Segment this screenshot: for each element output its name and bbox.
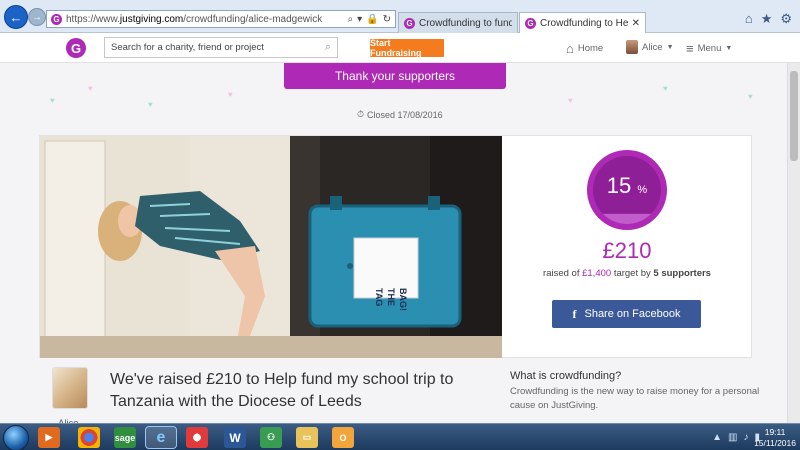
forward-button[interactable]: → xyxy=(28,8,46,26)
user-menu[interactable]: Alice ▼ xyxy=(626,40,674,54)
campaign-photo: TAG THE BAG! xyxy=(40,136,502,358)
fundraising-stats: 15 % £210 raised of £1,400 target by 5 s… xyxy=(502,136,752,358)
stopwatch-icon: ⏱ xyxy=(357,109,365,119)
search-icon[interactable]: ⌕ xyxy=(348,14,354,25)
word-icon[interactable]: W xyxy=(224,427,246,448)
facebook-icon: f xyxy=(572,306,577,321)
target-amount: £1,400 xyxy=(582,268,612,279)
hamburger-icon: ≡ xyxy=(686,41,694,56)
percent-raised: 15 % xyxy=(606,173,648,198)
page-scrollbar[interactable] xyxy=(787,63,800,423)
heart-icon: ♥ xyxy=(88,84,93,93)
closed-status: ⏱ Closed 17/08/2016 xyxy=(357,109,443,120)
thank-supporters-button[interactable]: Thank your supporters xyxy=(284,63,506,89)
justgiving-favicon-icon: G xyxy=(525,17,536,29)
main-menu[interactable]: ≡ Menu ▼ xyxy=(686,41,732,56)
network-icon[interactable]: ⚇ xyxy=(260,427,282,448)
start-button[interactable] xyxy=(3,425,29,450)
heart-icon: ♥ xyxy=(748,92,753,101)
site-header: G ⌕ Start Fundraising ⌂ Home Alice ▼ ≡ M… xyxy=(0,33,800,63)
refresh-icon[interactable]: ↻ xyxy=(383,14,391,25)
system-clock[interactable]: 19:11 15/11/2016 xyxy=(754,427,796,449)
heart-icon: ♥ xyxy=(228,90,233,99)
tab-crowdfunding-trip[interactable]: G Crowdfunding to fund a trip to... xyxy=(398,12,518,33)
house-icon: ⌂ xyxy=(566,41,574,56)
what-is-crowdfunding-heading: What is crowdfunding? xyxy=(510,370,622,382)
internet-explorer-icon[interactable]: e xyxy=(145,426,177,449)
chrome-icon[interactable] xyxy=(78,427,100,448)
sign-text-line3: BAG! xyxy=(398,288,408,311)
home-link[interactable]: ⌂ Home xyxy=(566,41,603,56)
campaign-title: We've raised £210 to Help fund my school… xyxy=(110,371,454,410)
windows-taskbar: ▶ sage e W ⚇ ▭ O ▲ ▥ ♪ ▮ 19:11 15/11/201… xyxy=(0,423,800,450)
dropdown-icon[interactable]: ▾ xyxy=(357,14,362,25)
avatar xyxy=(626,40,638,54)
supporters-count: 5 supporters xyxy=(653,268,711,279)
favorites-star-icon[interactable]: ★ xyxy=(761,11,773,27)
tab-label: Crowdfunding to Help fund... xyxy=(540,17,628,29)
justgiving-logo[interactable]: G xyxy=(66,38,86,58)
heart-icon: ♥ xyxy=(663,84,668,93)
lock-icon[interactable]: 🔒 xyxy=(366,14,378,25)
owner-avatar[interactable] xyxy=(52,367,88,409)
chevron-down-icon: ▼ xyxy=(666,43,674,51)
sign-text-line1: TAG xyxy=(374,288,384,306)
show-hidden-icons-icon[interactable]: ▲ xyxy=(712,432,722,443)
chevron-down-icon: ▼ xyxy=(725,45,733,52)
scrollbar-thumb[interactable] xyxy=(790,71,798,161)
start-fundraising-button[interactable]: Start Fundraising xyxy=(370,38,444,58)
paint-icon[interactable] xyxy=(186,427,208,448)
media-player-icon[interactable]: ▶ xyxy=(38,427,60,448)
browser-toolbar: ← → G https://www.justgiving.com/crowdfu… xyxy=(0,0,800,33)
outlook-icon[interactable]: O xyxy=(332,427,354,448)
amount-raised: £210 xyxy=(602,238,652,263)
tab-crowdfunding-help[interactable]: G Crowdfunding to Help fund... ✕ xyxy=(519,12,646,33)
close-tab-icon[interactable]: ✕ xyxy=(632,18,640,29)
heart-icon: ♥ xyxy=(568,96,573,105)
url-text: https://www.justgiving.com/crowdfunding/… xyxy=(66,13,323,25)
sage-icon[interactable]: sage xyxy=(114,427,136,448)
home-icon[interactable]: ⌂ xyxy=(745,11,753,27)
heart-icon: ♥ xyxy=(148,100,153,109)
justgiving-favicon-icon: G xyxy=(404,17,415,29)
search-icon[interactable]: ⌕ xyxy=(325,41,331,54)
file-explorer-icon[interactable]: ▭ xyxy=(296,427,318,448)
campaign-card: TAG THE BAG! 15 % £210 raised of £1,400 … xyxy=(39,135,752,358)
back-button[interactable]: ← xyxy=(4,5,28,29)
sign-text-line2: THE xyxy=(386,288,396,306)
search-input[interactable] xyxy=(111,42,325,53)
address-bar[interactable]: G https://www.justgiving.com/crowdfundin… xyxy=(46,10,396,28)
forward-arrow-icon: → xyxy=(32,11,42,23)
justgiving-favicon-icon: G xyxy=(51,13,62,25)
tab-label: Crowdfunding to fund a trip to... xyxy=(419,17,512,29)
share-facebook-button[interactable]: f Share on Facebook xyxy=(552,300,701,328)
settings-gear-icon[interactable]: ⚙ xyxy=(780,11,792,27)
what-is-crowdfunding-text: Crowdfunding is the new way to raise mon… xyxy=(510,386,760,411)
search-box: ⌕ xyxy=(104,37,338,58)
back-arrow-icon: ← xyxy=(9,9,23,25)
heart-icon: ♥ xyxy=(50,96,55,105)
volume-icon[interactable]: ♪ xyxy=(743,432,748,443)
target-summary: raised of £1,400 target by 5 supporters xyxy=(543,268,711,279)
network-tray-icon[interactable]: ▥ xyxy=(728,432,737,443)
